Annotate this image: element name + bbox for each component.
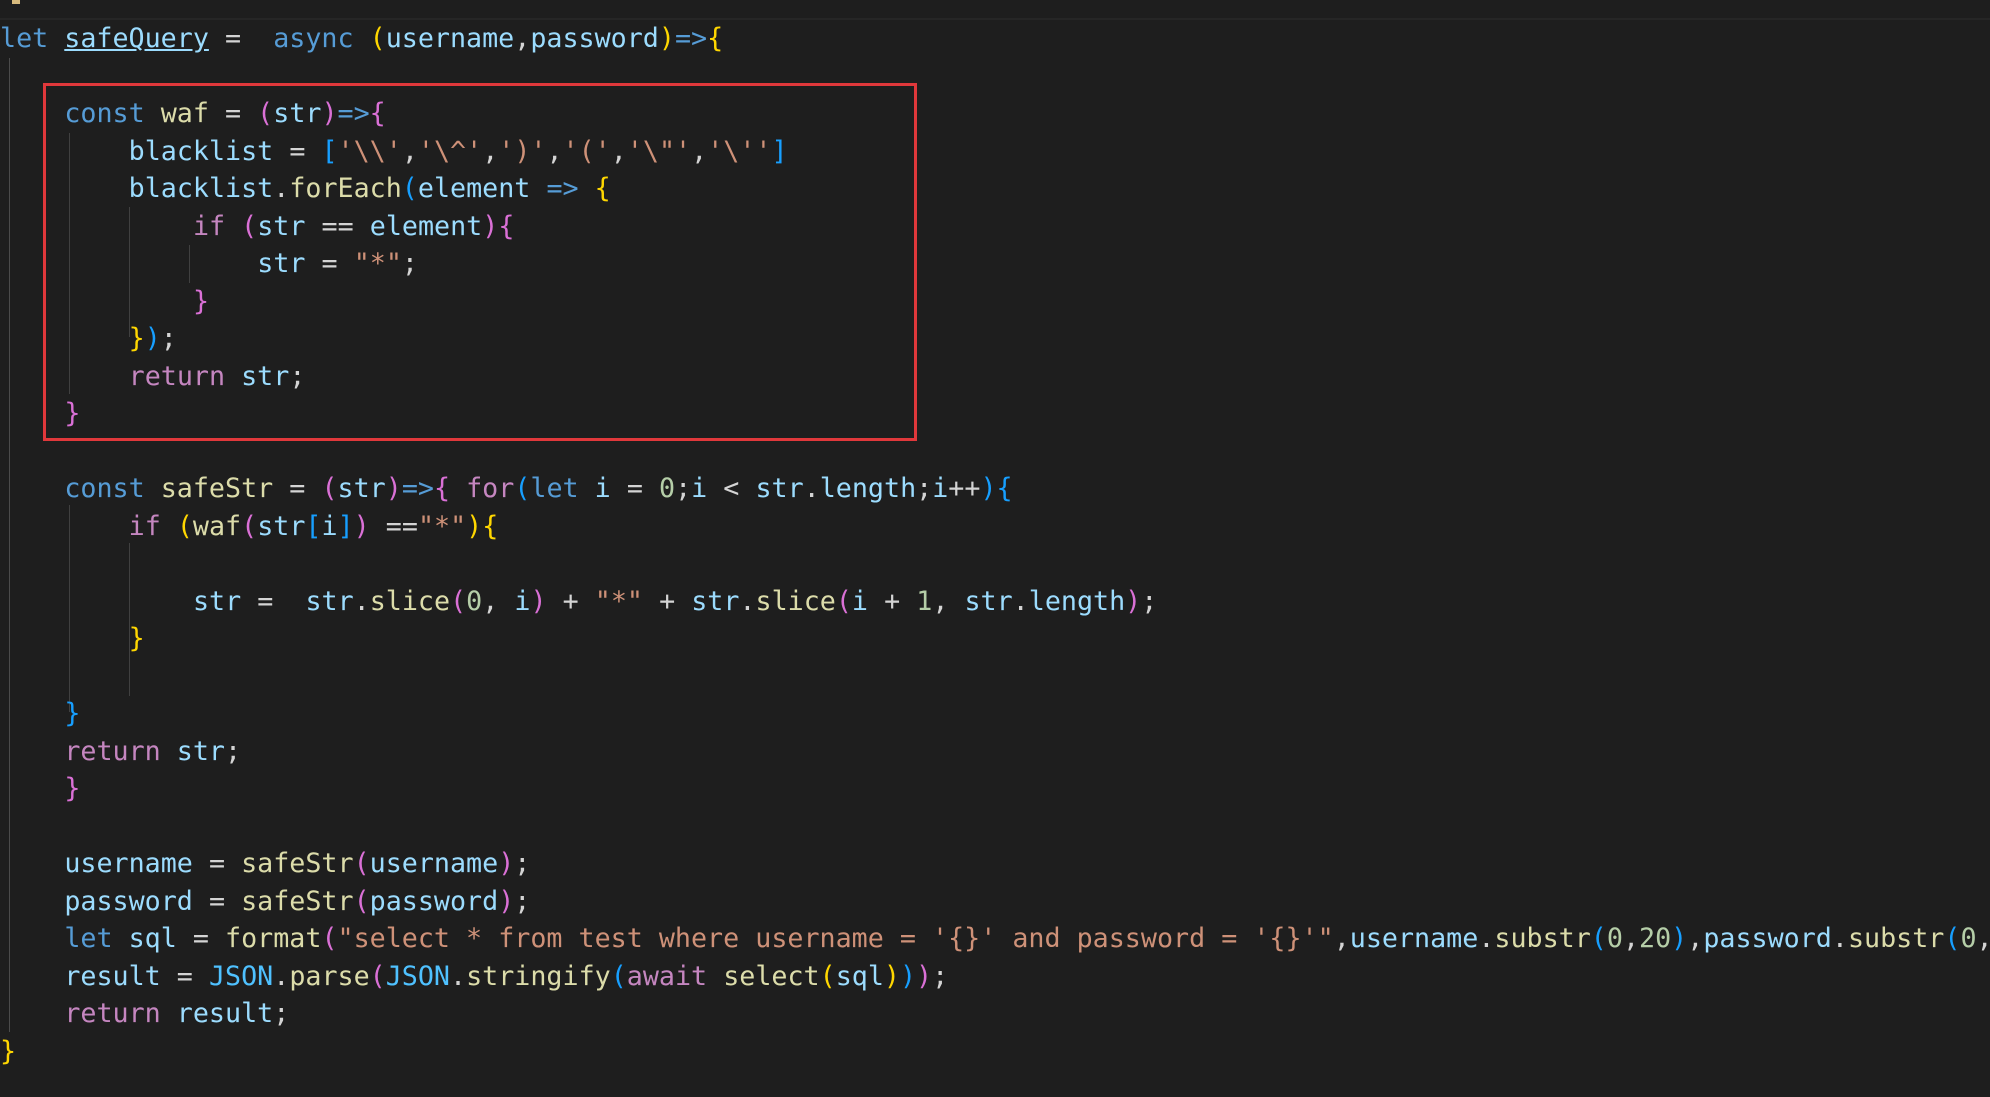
code-line[interactable]: return result; [0,995,289,1033]
code-line[interactable]: return str; [0,733,241,771]
code-line[interactable]: } [0,1033,16,1071]
code-line[interactable]: password = safeStr(password); [0,883,530,921]
code-line[interactable]: } [0,620,145,658]
code-line[interactable]: } [0,770,80,808]
code-line[interactable]: let safeQuery = async (username,password… [0,20,723,58]
code-line[interactable]: username = safeStr(username); [0,845,530,883]
previous-line-bracket [12,0,20,4]
code-line[interactable]: if (waf(str[i]) =="*"){ [0,508,499,546]
code-line[interactable]: let sql = format("select * from test whe… [0,920,1990,958]
waf-function-highlight [43,83,917,441]
code-line[interactable]: const safeStr = (str)=>{ for(let i = 0;i… [0,470,1012,508]
code-editor[interactable]: let safeQuery = async (username,password… [0,0,1990,1097]
code-line[interactable]: } [0,695,80,733]
code-line[interactable]: result = JSON.parse(JSON.stringify(await… [0,958,948,996]
code-line[interactable]: str = str.slice(0, i) + "*" + str.slice(… [0,583,1157,621]
